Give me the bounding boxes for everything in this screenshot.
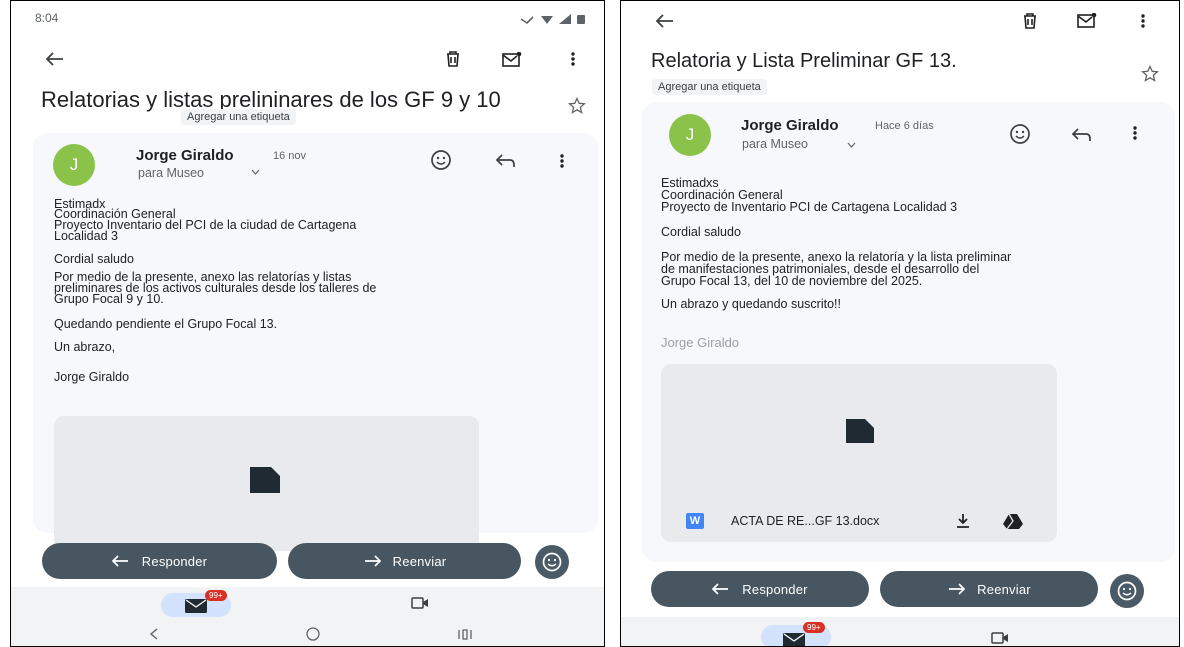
forward-button[interactable]: Reenviar: [880, 571, 1098, 607]
smiley-icon[interactable]: [430, 149, 452, 171]
nav-back-icon[interactable]: [149, 628, 159, 640]
attachment-filename[interactable]: ACTA DE RE...GF 13.docx: [731, 514, 879, 528]
recipient[interactable]: para Museo: [138, 166, 204, 180]
more-vert-icon[interactable]: [1141, 14, 1145, 28]
video-icon[interactable]: [411, 597, 429, 609]
reply-button[interactable]: Responder: [651, 571, 869, 607]
status-icons: [519, 13, 587, 25]
body-line: Jorge Giraldo: [54, 370, 130, 384]
smiley-icon: [1117, 581, 1137, 601]
unread-badge: 99+: [803, 622, 825, 633]
word-doc-icon: W: [686, 513, 704, 529]
add-label-chip[interactable]: Agregar una etiqueta: [181, 109, 296, 125]
nav-home-icon[interactable]: [305, 627, 321, 641]
body-line: Un abrazo,: [54, 340, 116, 354]
trash-icon[interactable]: [1022, 13, 1038, 29]
chevron-down-icon[interactable]: [251, 169, 260, 175]
smiley-icon[interactable]: [1009, 123, 1031, 145]
file-icon: [846, 419, 874, 443]
body-line: Localidad 3: [54, 229, 118, 243]
message-date: 16 nov: [273, 150, 307, 162]
reply-button-label: Responder: [141, 553, 208, 569]
forward-icon: [364, 555, 381, 567]
download-icon[interactable]: [955, 513, 971, 529]
message-date: Hace 6 días: [875, 120, 934, 132]
status-time: 8:04: [35, 11, 59, 25]
mark-unread-icon[interactable]: [502, 52, 522, 67]
right-phone-screenshot: Relatoria y Lista Preliminar GF 13. Agre…: [620, 0, 1180, 647]
star-icon[interactable]: [1141, 65, 1159, 83]
more-vert-icon[interactable]: [571, 52, 575, 66]
star-icon[interactable]: [568, 97, 586, 115]
forward-button[interactable]: Reenviar: [288, 543, 521, 579]
reply-button-label: Responder: [742, 581, 808, 597]
reply-icon: [712, 583, 729, 595]
forward-icon: [949, 583, 966, 595]
reply-button[interactable]: Responder: [42, 543, 277, 579]
file-icon: [250, 467, 280, 493]
reply-icon[interactable]: [496, 154, 516, 168]
reply-icon: [111, 555, 128, 567]
body-line: Quedando pendiente el Grupo Focal 13.: [54, 317, 278, 331]
nav-recents-icon[interactable]: [458, 629, 472, 640]
left-phone-screenshot: 8:04 Relatorias y listas prelininares de…: [10, 0, 605, 647]
avatar[interactable]: J: [53, 144, 95, 186]
smiley-icon: [542, 552, 562, 572]
recipient[interactable]: para Museo: [742, 137, 808, 151]
back-arrow-icon[interactable]: [655, 13, 675, 29]
sender-name[interactable]: Jorge Giraldo: [741, 117, 839, 134]
trash-icon[interactable]: [445, 51, 461, 67]
bottom-nav: [621, 617, 1179, 646]
body-line: Cordial saludo: [54, 252, 134, 266]
body-line: Proyecto de Inventario PCI de Cartagena …: [661, 200, 958, 214]
video-icon[interactable]: [991, 632, 1009, 644]
more-vert-icon[interactable]: [1133, 126, 1137, 140]
mail-icon: [783, 633, 805, 646]
react-button[interactable]: [535, 545, 569, 579]
back-arrow-icon[interactable]: [45, 51, 65, 67]
body-line: Un abrazo y quedando suscrito!!: [661, 297, 841, 311]
drive-icon[interactable]: [1003, 513, 1023, 529]
chevron-down-icon[interactable]: [847, 142, 856, 148]
mail-icon: [185, 599, 207, 613]
unread-badge: 99+: [205, 590, 227, 601]
signature: Jorge Giraldo: [661, 335, 740, 350]
forward-button-label: Reenviar: [392, 553, 447, 569]
body-line: Grupo Focal 13, del 10 de noviembre del …: [661, 274, 923, 288]
react-button[interactable]: [1110, 574, 1144, 608]
body-line: Cordial saludo: [661, 225, 741, 239]
sender-name[interactable]: Jorge Giraldo: [136, 147, 234, 164]
add-label-chip[interactable]: Agregar una etiqueta: [652, 79, 767, 95]
body-line: Grupo Focal 9 y 10.: [54, 292, 164, 306]
more-vert-icon[interactable]: [560, 154, 564, 168]
email-subject: Relatoria y Lista Preliminar GF 13.: [651, 50, 957, 72]
mark-unread-icon[interactable]: [1077, 13, 1097, 28]
forward-button-label: Reenviar: [977, 581, 1031, 597]
avatar[interactable]: J: [669, 114, 711, 156]
reply-icon[interactable]: [1072, 128, 1092, 142]
